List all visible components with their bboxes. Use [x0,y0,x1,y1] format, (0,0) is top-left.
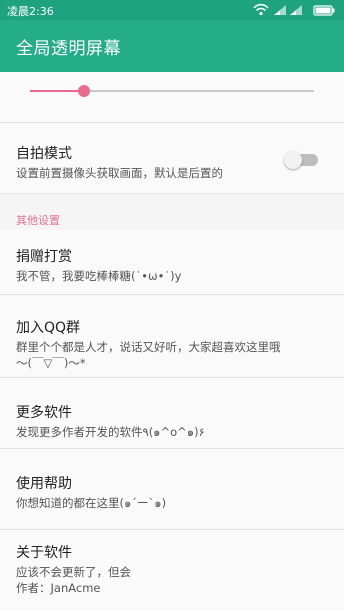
selfie-mode-title: 自拍模式 [16,146,72,162]
slider-fill [30,90,84,92]
help-subtitle: 你想知道的都在这里(๑´ー`๑) [16,496,167,510]
divider [0,193,344,194]
donate-subtitle: 我不管，我要吃棒棒糖(˙•ω•˙)y [16,269,182,283]
about-title: 关于软件 [16,545,72,561]
donate-item[interactable]: 捐赠打赏 我不管，我要吃棒棒糖(˙•ω•˙)y [0,230,344,294]
transparency-slider[interactable] [30,85,314,97]
slider-thumb[interactable] [77,85,90,97]
page-title: 全局透明屏幕 [16,39,121,59]
join-qq-title: 加入QQ群 [16,320,81,336]
switch-thumb [284,151,302,169]
settings-list[interactable]: 自拍模式 设置前置摄像头获取画面，默认是后置的 其他设置 捐赠打赏 我不管，我要… [0,72,344,611]
join-qq-subtitle-line2: ～(￣▽￣)～* [16,356,86,370]
status-time: 凌晨2:36 [7,5,54,18]
more-apps-subtitle: 发现更多作者开发的软件٩(๑^o^๑)۶ [16,425,205,439]
transparency-slider-row [0,72,344,122]
battery-icon [313,5,335,16]
join-qq-item[interactable]: 加入QQ群 群里个个都是人才，说话又好听，大家超喜欢这里哦 ～(￣▽￣)～* [0,295,344,377]
signal-icon-2 [290,5,302,15]
signal-icon [274,5,286,15]
section-header-other: 其他设置 [16,214,60,227]
status-bar: 凌晨2:36 [0,0,344,20]
selfie-mode-switch[interactable] [284,151,318,169]
status-icons [252,3,336,17]
about-subtitle-line2: 作者：JanAcme [16,581,101,595]
selfie-mode-subtitle: 设置前置摄像头获取画面，默认是后置的 [16,166,223,180]
wifi-icon [253,3,269,16]
about-subtitle-line1: 应该不会更新了，但会 [16,565,131,579]
donate-title: 捐赠打赏 [16,249,72,265]
help-title: 使用帮助 [16,476,72,492]
app-bar: 全局透明屏幕 [0,20,344,72]
about-item[interactable]: 关于软件 应该不会更新了，但会 作者：JanAcme [0,530,344,611]
help-item[interactable]: 使用帮助 你想知道的都在这里(๑´ー`๑) [0,449,344,529]
join-qq-subtitle-line1: 群里个个都是人才，说话又好听，大家超喜欢这里哦 [16,340,281,354]
more-apps-item[interactable]: 更多软件 发现更多作者开发的软件٩(๑^o^๑)۶ [0,378,344,448]
more-apps-title: 更多软件 [16,405,72,421]
